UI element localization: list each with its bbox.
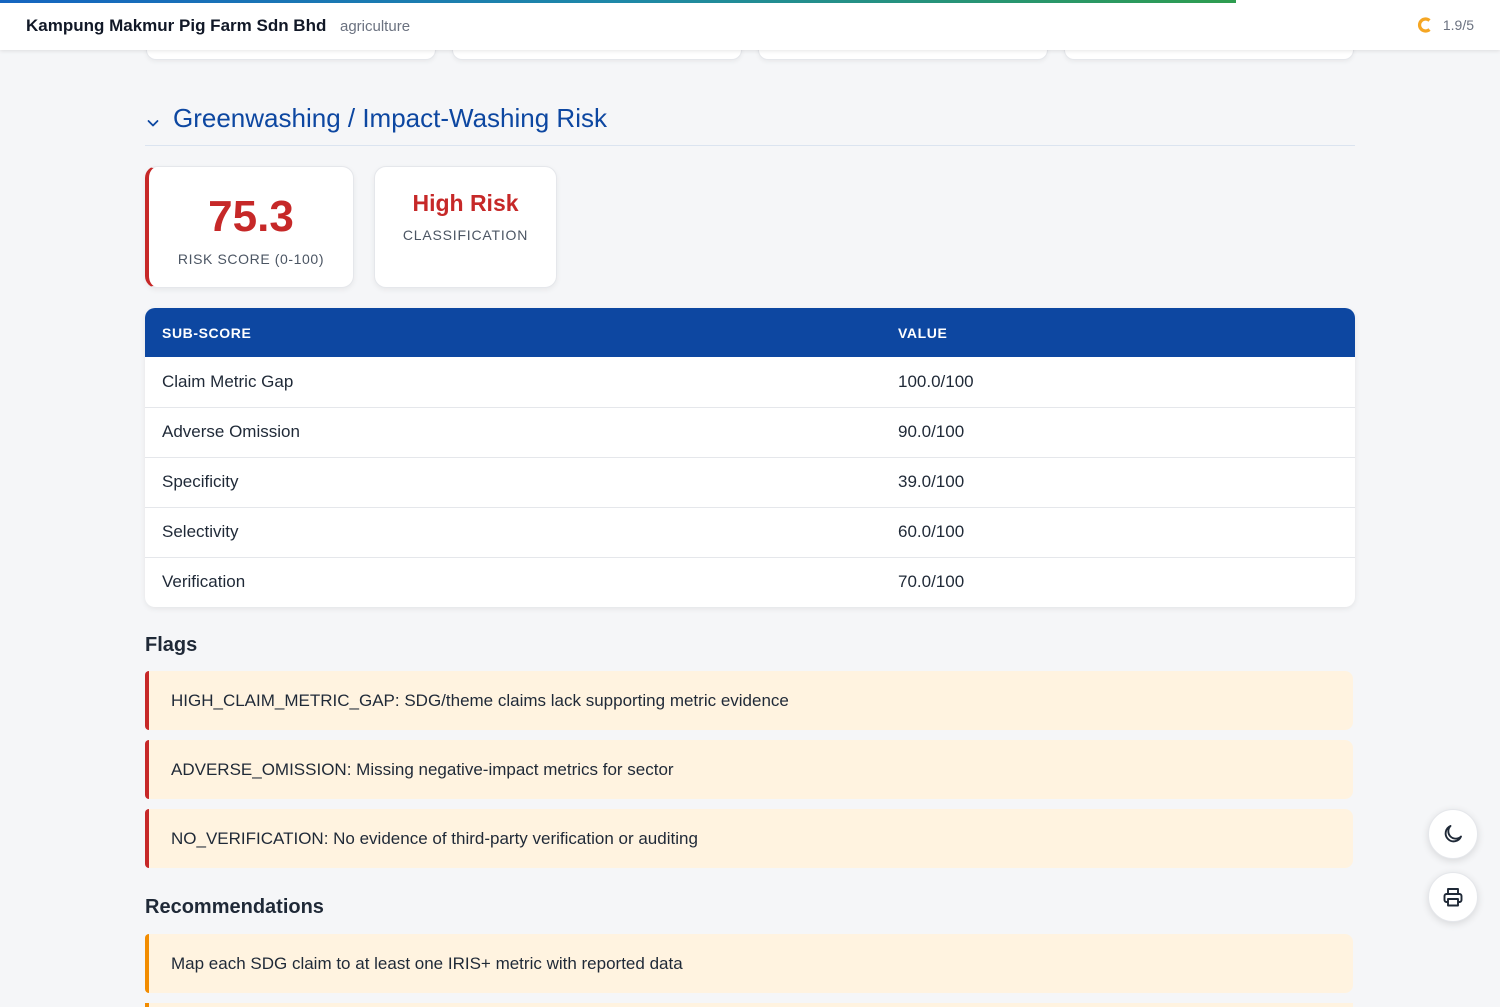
rating-display: 1.9/5 bbox=[1417, 17, 1474, 33]
page-progress-fill bbox=[0, 0, 1236, 3]
recommendation-item: Map each SDG claim to at least one IRIS+… bbox=[145, 934, 1353, 993]
classification-value: High Risk bbox=[412, 190, 519, 216]
flags-list: HIGH_CLAIM_METRIC_GAP: SDG/theme claims … bbox=[145, 671, 1353, 878]
sub-score-value: 39.0/100 bbox=[898, 472, 965, 491]
flag-item: HIGH_CLAIM_METRIC_GAP: SDG/theme claims … bbox=[145, 671, 1353, 730]
table-row: Specificity 39.0/100 bbox=[145, 457, 1355, 507]
chevron-down-icon[interactable] bbox=[145, 115, 161, 131]
column-header-value: VALUE bbox=[898, 324, 948, 341]
flag-item: NO_VERIFICATION: No evidence of third-pa… bbox=[145, 809, 1353, 868]
classification-card: High Risk CLASSIFICATION bbox=[374, 166, 557, 288]
printer-icon bbox=[1443, 888, 1463, 907]
flag-item: ADVERSE_OMISSION: Missing negative-impac… bbox=[145, 740, 1353, 799]
table-row: Selectivity 60.0/100 bbox=[145, 507, 1355, 557]
sub-score-value: 100.0/100 bbox=[898, 371, 974, 391]
sub-score-value: 70.0/100 bbox=[898, 572, 965, 592]
recommendations-list: Map each SDG claim to at least one IRIS+… bbox=[145, 934, 1353, 1003]
sub-score-name: Verification bbox=[162, 572, 246, 592]
table-row: Adverse Omission 90.0/100 bbox=[145, 407, 1355, 457]
rating-value: 1.9/5 bbox=[1442, 17, 1474, 33]
company-name: Kampung Makmur Pig Farm Sdn Bhd bbox=[26, 16, 327, 35]
sub-score-value: 60.0/100 bbox=[898, 522, 965, 541]
recommendation-item bbox=[145, 1003, 1353, 1007]
table-row: Verification 70.0/100 bbox=[145, 557, 1355, 607]
risk-score-value: 75.3 bbox=[208, 192, 294, 241]
sub-score-name: Claim Metric Gap bbox=[162, 371, 294, 391]
sub-score-name: Adverse Omission bbox=[162, 422, 300, 441]
page-progress-bar bbox=[0, 0, 1500, 3]
column-header-sub-score: SUB-SCORE bbox=[162, 324, 252, 341]
flags-heading: Flags bbox=[145, 634, 198, 656]
sector-label: agriculture bbox=[340, 18, 411, 35]
top-bar: Kampung Makmur Pig Farm Sdn Bhd agricult… bbox=[0, 0, 1500, 50]
classification-label: CLASSIFICATION bbox=[402, 227, 529, 243]
risk-score-label: RISK SCORE (0-100) bbox=[177, 251, 325, 267]
section-title: Greenwashing / Impact-Washing Risk bbox=[173, 103, 607, 133]
table-row: Claim Metric Gap 100.0/100 bbox=[145, 357, 1355, 407]
theme-toggle-button[interactable] bbox=[1428, 809, 1478, 859]
table-header-row: SUB-SCORE VALUE bbox=[145, 308, 1355, 357]
print-button[interactable] bbox=[1428, 872, 1478, 922]
recommendations-heading: Recommendations bbox=[145, 896, 324, 918]
moon-icon bbox=[1444, 825, 1462, 843]
sub-score-table: SUB-SCORE VALUE Claim Metric Gap 100.0/1… bbox=[145, 308, 1355, 607]
risk-score-card: 75.3 RISK SCORE (0-100) bbox=[145, 166, 354, 288]
section-header-greenwashing[interactable]: Greenwashing / Impact-Washing Risk bbox=[145, 98, 1355, 146]
partial-circle-icon bbox=[1417, 17, 1431, 33]
sub-score-value: 90.0/100 bbox=[898, 422, 965, 441]
sub-score-name: Selectivity bbox=[162, 522, 239, 541]
sub-score-name: Specificity bbox=[162, 472, 239, 491]
